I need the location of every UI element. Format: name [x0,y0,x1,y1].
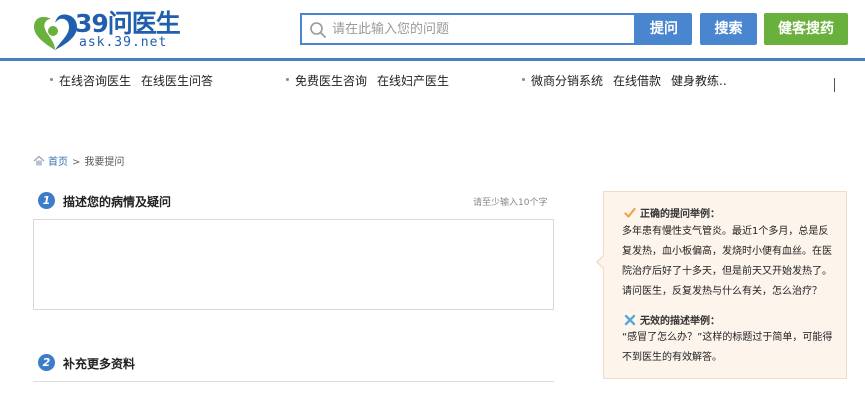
logo-subtitle: ask.39.net [79,35,168,50]
checkmark-icon [624,207,636,218]
step-2-divider [33,381,554,382]
good-example-heading: 正确的提问举例： [624,205,720,220]
breadcrumb-separator: > [72,157,81,168]
header-divider [0,58,865,61]
nav-link[interactable]: 在线妇产医生 [377,72,449,89]
bad-example-text: “感冒了怎么办？”这样的标题过于简单，可能得不到医生的有效解答。 [622,332,833,363]
site-logo[interactable]: 39问医生 ask.39.net [33,9,193,51]
breadcrumb-home-link[interactable]: 首页 [48,157,68,168]
home-icon [33,155,45,166]
nav-group-3: 微商分销系统 在线借款 健身教练.. [522,72,737,89]
logo-heart-icon [34,14,77,50]
search-input[interactable] [332,17,630,41]
site-header: 39问医生 ask.39.net 提问 搜索 健客搜药 [0,0,865,58]
bullet-icon [522,78,525,81]
step-1-title: 描述您的病情及疑问 [63,195,172,209]
step-2-title: 补充更多资料 [63,357,136,371]
breadcrumb: 首页 > 我要提问 [33,153,124,168]
tip-pointer-fill [598,255,605,269]
search-box [300,13,636,45]
nav-link[interactable]: 免费医生咨询 [295,72,367,89]
top-nav: 在线咨询医生 在线医生问答 免费医生咨询 在线妇产医生 微商分销系统 在线借款 健身教练… [0,64,865,96]
ask-button[interactable]: 提问 [636,13,692,45]
bullet-icon [50,78,53,81]
nav-end-divider [834,78,835,92]
nav-link[interactable]: 在线借款 [613,72,661,89]
step-1-hint: 请至少输入10个字 [473,198,548,208]
nav-link[interactable]: 在线医生问答 [141,72,213,89]
nav-group-2: 免费医生咨询 在线妇产医生 [286,72,459,89]
nav-group-1: 在线咨询医生 在线医生问答 [50,72,223,89]
medicine-search-button[interactable]: 健客搜药 [764,13,848,45]
nav-link[interactable]: 健身教练.. [671,72,727,89]
good-example-heading-text: 正确的提问举例： [640,209,720,220]
step-2-badge: 2 [38,354,55,371]
condition-description-input[interactable] [33,219,554,310]
search-icon [310,22,326,38]
step-1-badge: 1 [38,192,55,209]
bad-example-heading-text: 无效的描述举例： [640,316,720,327]
tip-panel: 正确的提问举例： 多年患有慢性支气管炎。最近1个多月，总是反复发热，血小板偏高，… [603,191,847,379]
search-button[interactable]: 搜索 [700,13,757,45]
nav-link[interactable]: 微商分销系统 [531,72,603,89]
breadcrumb-current: 我要提问 [84,157,125,168]
bullet-icon [286,78,289,81]
good-example-text: 多年患有慢性支气管炎。最近1个多月，总是反复发热，血小板偏高，发烧时小便有血丝。… [622,226,832,297]
nav-link[interactable]: 在线咨询医生 [59,72,131,89]
cross-icon [624,314,636,326]
bad-example-heading: 无效的描述举例： [624,312,720,327]
